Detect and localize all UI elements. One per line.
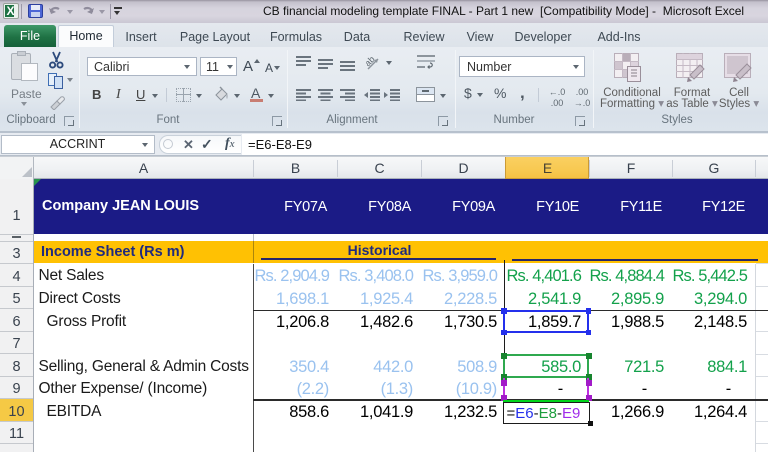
- svg-text:ab: ab: [366, 55, 377, 68]
